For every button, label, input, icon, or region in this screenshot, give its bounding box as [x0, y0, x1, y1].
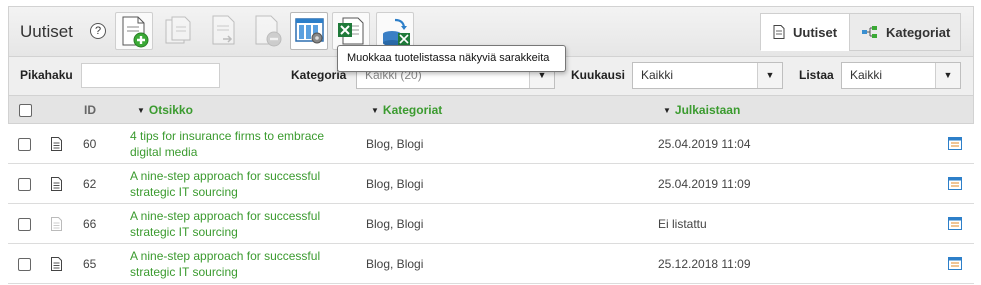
row-checkbox[interactable] [18, 178, 31, 191]
quicksearch-label: Pikahaku [20, 68, 73, 82]
copy-items-button[interactable] [160, 12, 198, 50]
database-import-icon [383, 18, 410, 46]
help-icon[interactable]: ? [90, 23, 106, 39]
tab-uutiset[interactable]: Uutiset [760, 13, 850, 51]
row-categories: Blog, Blogi [366, 177, 424, 191]
document-icon [51, 257, 62, 274]
columns-tooltip: Muokkaa tuotelistassa näkyviä sarakkeita [337, 45, 566, 72]
column-categories-label: Kategoriat [382, 103, 443, 117]
chevron-down-icon: ▼ [757, 63, 782, 88]
table-row[interactable]: 66 A nine-step approach for successful s… [8, 204, 974, 244]
document-unlisted-icon [51, 217, 62, 234]
column-id[interactable]: ID [84, 103, 96, 117]
column-title-label: Otsikko [148, 103, 193, 117]
table-header: ID ▼ Otsikko ▼ Kategoriat ▼ Julkaistaan [8, 95, 974, 124]
row-id: 65 [83, 257, 97, 271]
move-item-button[interactable] [205, 12, 243, 50]
row-published: 25.04.2019 11:04 [658, 137, 751, 151]
document-remove-icon [255, 15, 282, 47]
chevron-down-icon: ▼ [935, 63, 960, 88]
table-row[interactable]: 65 A nine-step approach for successful s… [8, 244, 974, 284]
new-item-button[interactable] [115, 12, 153, 50]
tree-icon [862, 26, 878, 38]
delete-item-button[interactable] [249, 12, 287, 50]
edit-columns-button[interactable] [290, 12, 328, 50]
row-checkbox[interactable] [18, 258, 31, 271]
list-select-value: Kaikki [850, 68, 883, 82]
document-icon [51, 177, 62, 194]
edit-row-icon[interactable] [948, 217, 962, 233]
row-title-link[interactable]: A nine-step approach for successful stra… [130, 208, 345, 240]
row-categories: Blog, Blogi [366, 257, 424, 271]
edit-row-icon[interactable] [948, 257, 962, 273]
month-select[interactable]: Kaikki ▼ [632, 62, 783, 89]
row-published: Ei listattu [658, 217, 707, 231]
row-title-link[interactable]: A nine-step approach for successful stra… [130, 168, 345, 200]
tab-kategoriat[interactable]: Kategoriat [849, 13, 961, 51]
sort-down-icon: ▼ [371, 106, 379, 115]
column-published[interactable]: ▼ Julkaistaan [663, 103, 740, 117]
documents-copy-icon [165, 16, 191, 44]
row-categories: Blog, Blogi [366, 137, 424, 151]
row-categories: Blog, Blogi [366, 217, 424, 231]
row-published: 25.12.2018 11:09 [658, 257, 751, 271]
select-all-checkbox[interactable] [19, 104, 32, 117]
row-id: 66 [83, 217, 97, 231]
column-published-label: Julkaistaan [674, 103, 741, 117]
excel-icon [338, 17, 364, 45]
columns-settings-icon [295, 18, 324, 44]
row-id: 60 [83, 137, 97, 151]
list-label: Listaa [799, 68, 834, 82]
column-categories[interactable]: ▼ Kategoriat [371, 103, 442, 117]
month-select-value: Kaikki [641, 68, 674, 82]
edit-row-icon[interactable] [948, 137, 962, 153]
month-label: Kuukausi [571, 68, 626, 82]
table-row[interactable]: 60 4 tips for insurance firms to embrace… [8, 124, 974, 164]
list-select[interactable]: Kaikki ▼ [841, 62, 961, 89]
row-checkbox[interactable] [18, 218, 31, 231]
row-checkbox[interactable] [18, 138, 31, 151]
document-move-icon [212, 15, 235, 45]
row-published: 25.04.2019 11:09 [658, 177, 751, 191]
sort-down-icon: ▼ [137, 106, 145, 115]
tab-kategoriat-label: Kategoriat [886, 24, 951, 40]
quicksearch-input[interactable] [81, 63, 220, 88]
row-id: 62 [83, 177, 97, 191]
page-title: Uutiset [20, 22, 73, 41]
row-title-link[interactable]: A nine-step approach for successful stra… [130, 248, 345, 280]
document-icon [51, 137, 62, 154]
edit-row-icon[interactable] [948, 177, 962, 193]
table-row[interactable]: 62 A nine-step approach for successful s… [8, 164, 974, 204]
document-add-icon [122, 16, 149, 48]
row-title-link[interactable]: 4 tips for insurance firms to embrace di… [130, 128, 345, 160]
column-title[interactable]: ▼ Otsikko [137, 103, 193, 117]
sort-down-icon: ▼ [663, 106, 671, 115]
tab-uutiset-label: Uutiset [793, 24, 838, 40]
document-icon [773, 25, 785, 39]
